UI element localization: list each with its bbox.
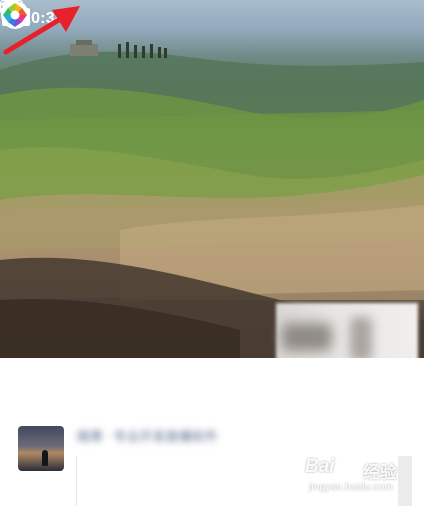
watermark-brand-right: 经验 [363,463,397,482]
baidu-watermark: Bai 经验 jingyan.baidu.com [305,452,423,500]
paw-icon [342,454,362,473]
cover-photo[interactable]: 10:34 [0,0,424,358]
blurred-preview-card [276,303,418,358]
watermark-brand-left: Bai [305,456,335,477]
avatar[interactable] [18,426,64,471]
post-author-name[interactable]: 湘潭 · 专业开发直播软件 [76,426,266,446]
red-arrow-icon [3,6,80,55]
watermark-url: jingyan.baidu.com [309,482,394,493]
